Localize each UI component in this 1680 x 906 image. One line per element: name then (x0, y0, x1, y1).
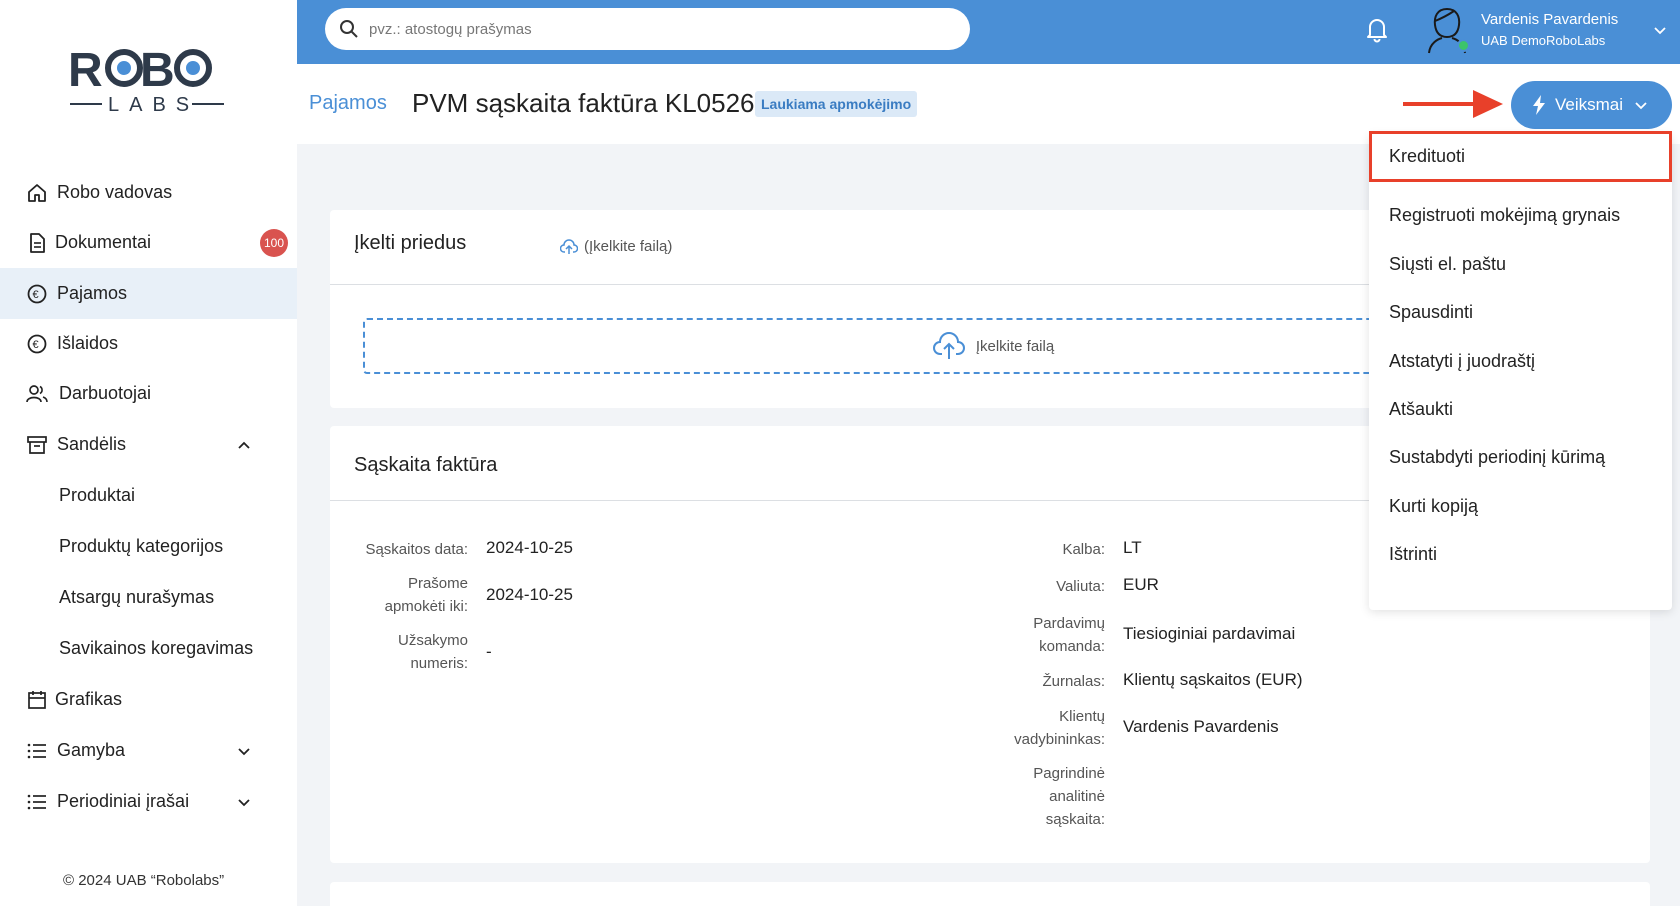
list-icon (26, 740, 48, 762)
field-label: Valiuta: (1056, 578, 1105, 595)
menu-item-sustabdyti-periodini-kurima[interactable]: Sustabdyti periodinį kūrimą (1369, 434, 1672, 480)
calendar-icon (26, 689, 48, 711)
sidebar: R B LABS Robo vadovas Dokumentai 100 € P… (0, 0, 297, 906)
sidebar-item-produktai[interactable]: Produktai (0, 470, 297, 521)
sidebar-item-label: Savikainos koregavimas (59, 638, 254, 658)
due-date-value: 2024-10-25 (486, 585, 573, 604)
menu-item-atsaukti[interactable]: Atšaukti (1369, 386, 1672, 432)
sidebar-item-label: Produktai (59, 485, 136, 505)
sidebar-item-label: Grafikas (55, 689, 123, 709)
cloud-upload-icon (932, 332, 965, 359)
menu-item-atstatyti-i-juodrasti[interactable]: Atstatyti į juodraštį (1369, 338, 1672, 384)
sidebar-item-label: Robo vadovas (57, 182, 173, 202)
chevron-down-icon[interactable] (236, 743, 252, 759)
sidebar-item-atsargu-nurasymas[interactable]: Atsargų nurašymas (0, 572, 297, 623)
sidebar-item-dokumentai[interactable]: Dokumentai 100 (0, 217, 297, 268)
home-icon (26, 182, 48, 204)
sidebar-item-label: Išlaidos (57, 333, 119, 353)
currency-value: EUR (1123, 575, 1159, 594)
online-status-dot (1457, 39, 1470, 52)
sidebar-item-islaidos[interactable]: € Išlaidos (0, 318, 297, 369)
archive-box-icon (26, 434, 48, 456)
euro-income-icon: € (26, 283, 48, 305)
notification-count-badge: 100 (260, 228, 288, 257)
sidebar-item-label: Darbuotojai (59, 383, 152, 403)
sidebar-item-grafikas[interactable]: Grafikas (0, 674, 297, 725)
menu-item-kurti-kopija[interactable]: Kurti kopiją (1369, 483, 1672, 529)
invoice-date-value: 2024-10-25 (486, 538, 573, 557)
menu-item-kredituoti[interactable]: Kredituoti (1369, 131, 1672, 182)
svg-text:€: € (33, 339, 39, 351)
actions-button-label: Veiksmai (1555, 95, 1624, 114)
field-label: Klientų vadybininkas: (1014, 708, 1105, 748)
attachments-title: Įkelti priedus (354, 232, 467, 254)
chevron-down-icon (1635, 102, 1647, 110)
dropzone-label: Įkelkite failą (975, 337, 1055, 355)
user-name[interactable]: Vardenis Pavardenis (1481, 11, 1618, 28)
sales-team-value: Tiesioginiai pardavimai (1123, 624, 1296, 643)
sidebar-item-darbuotojai[interactable]: Darbuotojai (0, 368, 297, 419)
lightning-icon (1533, 95, 1545, 115)
menu-item-siusti-el-pastu[interactable]: Siųsti el. paštu (1369, 241, 1672, 287)
field-label: Pagrindinė analitinė sąskaita: (1033, 765, 1105, 828)
user-company: UAB DemoRoboLabs (1481, 33, 1606, 48)
breadcrumb[interactable]: Pajamos (309, 92, 387, 115)
svg-text:R: R (68, 44, 102, 97)
field-label: Sąskaitos data: (365, 541, 468, 558)
next-card (330, 882, 1650, 906)
users-icon (26, 383, 48, 405)
menu-item-registruoti-mokejima[interactable]: Registruoti mokėjimą grynais (1369, 192, 1672, 238)
sidebar-item-savikainos-koregavimas[interactable]: Savikainos koregavimas (0, 623, 297, 674)
journal-value: Klientų sąskaitos (EUR) (1123, 670, 1303, 689)
sidebar-item-label: Gamyba (57, 740, 126, 760)
menu-item-istrinti[interactable]: Ištrinti (1369, 531, 1672, 577)
sidebar-item-periodiniai-irasai[interactable]: Periodiniai įrašai (0, 776, 297, 827)
menu-item-spausdinti[interactable]: Spausdinti (1369, 289, 1672, 335)
chevron-down-icon[interactable] (236, 794, 252, 810)
chevron-up-icon[interactable] (236, 437, 252, 453)
field-label: Prašome apmokėti iki: (384, 575, 468, 615)
euro-expense-icon: € (26, 333, 48, 355)
sidebar-item-label: Produktų kategorijos (59, 536, 224, 556)
field-label: Kalba: (1062, 541, 1105, 558)
notifications-bell-icon[interactable] (1362, 14, 1392, 44)
cloud-upload-icon (560, 238, 578, 254)
sidebar-item-pajamos[interactable]: € Pajamos (0, 268, 297, 319)
upload-file-link-label: (Įkelkite failą) (584, 238, 673, 255)
invoice-title: Sąskaita faktūra (354, 454, 498, 476)
sidebar-item-gamyba[interactable]: Gamyba (0, 725, 297, 776)
actions-dropdown-menu: Kredituoti Registruoti mokėjimą grynais … (1369, 131, 1672, 610)
account-manager-value: Vardenis Pavardenis (1123, 717, 1279, 736)
sidebar-item-label: Pajamos (57, 283, 128, 303)
sidebar-item-label: Dokumentai (55, 232, 152, 252)
copyright-text: © 2024 UAB “Robolabs” (63, 872, 225, 889)
sidebar-item-label: Sandėlis (57, 434, 127, 454)
robolabs-logo: R B LABS (68, 44, 224, 116)
upload-file-link[interactable]: (Įkelkite failą) (560, 238, 672, 255)
search-bar[interactable] (325, 8, 970, 50)
sidebar-item-label: Atsargų nurašymas (59, 587, 215, 607)
status-badge: Laukiama apmokėjimo (755, 91, 918, 117)
svg-text:€: € (33, 289, 39, 301)
search-input[interactable] (369, 14, 949, 44)
field-label: Pardavimų komanda: (1033, 615, 1105, 655)
sidebar-item-label: Periodiniai įrašai (57, 791, 190, 811)
list-icon (26, 791, 48, 813)
language-value: LT (1123, 538, 1142, 557)
chevron-down-icon[interactable] (1652, 22, 1668, 38)
sidebar-item-produktu-kategorijos[interactable]: Produktų kategorijos (0, 521, 297, 572)
search-icon (340, 20, 358, 38)
actions-button[interactable]: Veiksmai (1511, 81, 1672, 129)
field-label: Užsakymo numeris: (397, 632, 468, 672)
field-label: Žurnalas: (1042, 673, 1105, 690)
svg-text:LABS: LABS (108, 94, 199, 116)
page-title: PVM sąskaita faktūra KL0526 (412, 88, 755, 118)
sidebar-item-robo-vadovas[interactable]: Robo vadovas (0, 167, 297, 218)
sidebar-item-sandelis[interactable]: Sandėlis (0, 419, 297, 470)
document-icon (26, 232, 48, 254)
svg-text:B: B (140, 44, 175, 97)
order-number-value: - (486, 642, 492, 661)
annotation-arrow-icon (1403, 90, 1503, 118)
